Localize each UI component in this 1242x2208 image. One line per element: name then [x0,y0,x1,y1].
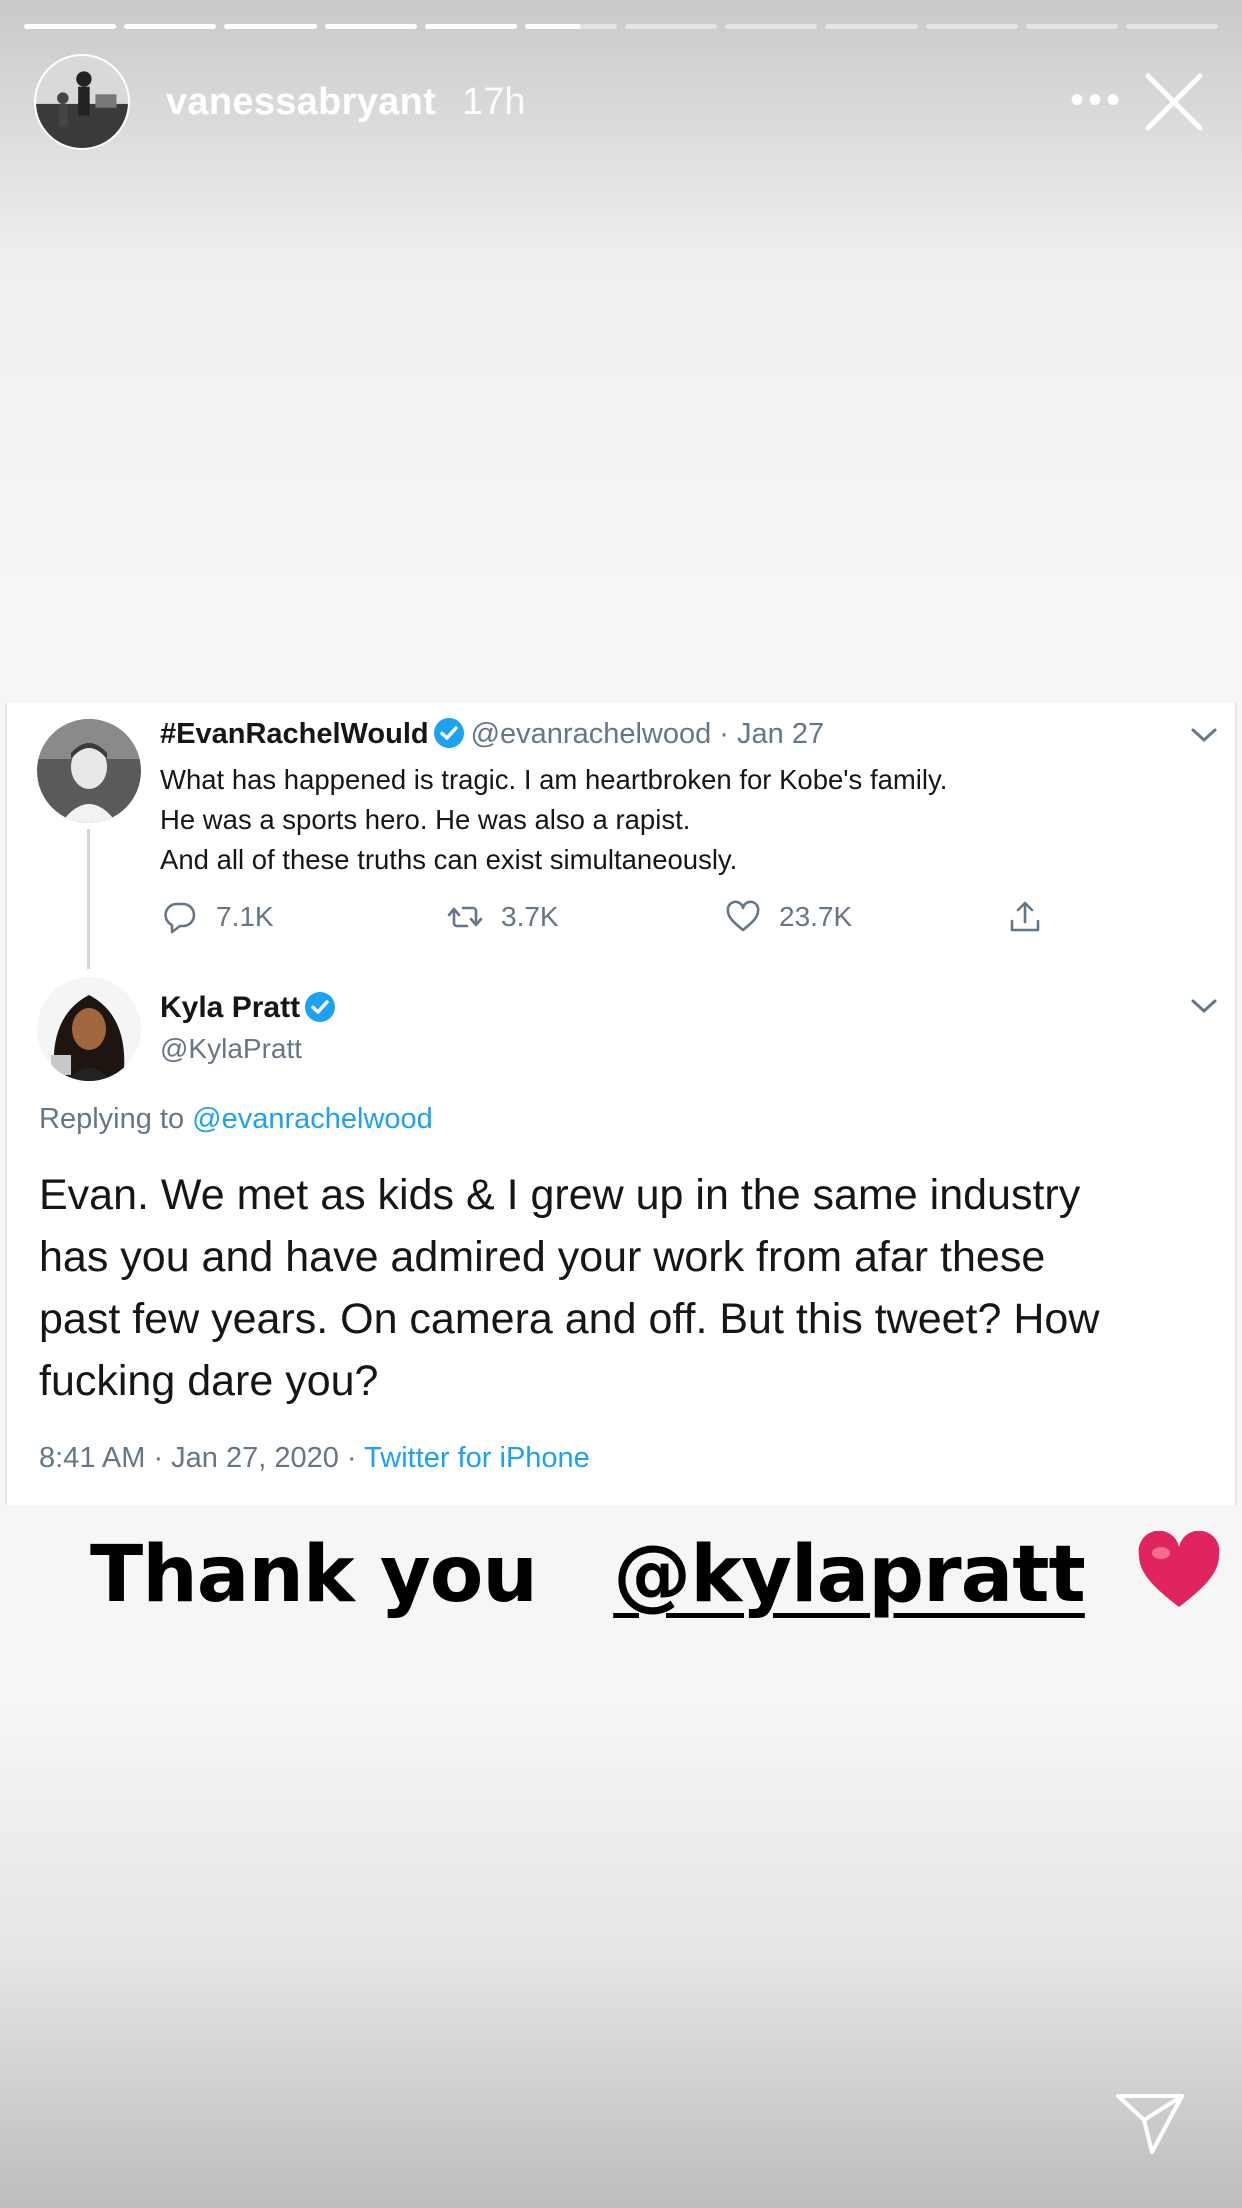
reply-timestamp: 8:41 AM · Jan 27, 2020 · [39,1442,357,1474]
reply-button[interactable]: 7.1K [162,899,274,935]
chevron-down-icon[interactable] [1189,725,1219,745]
tweet-separator: · [719,718,729,750]
progress-segment [24,24,117,29]
progress-segment [224,24,317,29]
progress-segment [625,24,718,29]
avatar[interactable] [34,54,130,150]
reply-author: Kyla Pratt [160,991,342,1025]
retweet-button[interactable]: 3.7K [447,899,559,935]
tweet-text: What has happened is tragic. I am heartb… [160,760,1160,880]
progress-segment-fill [324,24,417,29]
progress-segment [424,24,517,29]
progress-segment [124,24,217,29]
tweet-header: #EvanRachelWould @evanrachelwood · Jan 27 [160,717,824,751]
tweet-avatar-kyla [37,977,141,1081]
verified-badge-icon [305,992,336,1022]
tweet-text-line: What has happened is tragic. I am heartb… [160,764,948,795]
progress-segment-fill [124,24,217,29]
progress-segment [524,24,618,29]
tweet-date: Jan 27 [737,718,825,750]
retweet-count: 3.7K [501,901,559,932]
send-icon[interactable] [1114,2090,1186,2156]
reply-meta: 8:41 AM · Jan 27, 2020 · Twitter for iPh… [39,1442,590,1475]
share-icon [1010,901,1040,932]
more-options-icon[interactable]: ••• [1070,78,1124,123]
progress-segment [925,24,1018,29]
tweet-avatar-evan [37,719,141,823]
tweet-author-name[interactable]: #EvanRachelWould [160,718,429,750]
like-count: 23.7K [779,901,853,932]
tweet-actions: 7.1K 3.7K 23.7K [7,899,1235,945]
tweet-text-line: And all of these truths can exist simult… [160,844,738,875]
tweet-screenshot: #EvanRachelWould @evanrachelwood · Jan 27… [5,703,1237,1505]
progress-segment [725,24,818,29]
replying-to-link[interactable]: @evanrachelwood [192,1103,433,1135]
heart-icon [726,900,760,932]
tweet-author-handle[interactable]: @evanrachelwood [471,718,712,750]
progress-segment [825,24,918,29]
progress-segment-fill [24,24,117,29]
reply-author-name[interactable]: Kyla Pratt [160,991,300,1024]
replying-to-prefix: Replying to [39,1103,185,1135]
reply-text: Evan. We met as kids & I grew up in the … [39,1164,1219,1412]
tweet-text-line: He was a sports hero. He was also a rapi… [160,804,691,835]
story-progress-bar [24,24,1219,29]
reply-text-line: fucking dare you? [39,1357,379,1405]
progress-segment-fill [424,24,517,29]
like-button[interactable]: 23.7K [725,899,852,935]
reply-author-handle[interactable]: @KylaPratt [160,1033,302,1065]
chevron-down-icon[interactable] [1189,996,1219,1016]
username[interactable]: vanessabryant [166,81,436,124]
verified-badge-icon [433,718,464,748]
retweet-icon [447,906,483,928]
red-heart-icon [1138,1531,1220,1607]
caption-text: Thank you [90,1530,538,1620]
story-header: vanessabryant 17h ••• [34,54,1214,150]
progress-segment [1025,24,1118,29]
time-ago: 17h [462,80,526,123]
story-caption: Thank you @kylapratt [90,1530,1220,1640]
progress-segment [324,24,417,29]
reply-text-line: Evan. We met as kids & I grew up in the … [39,1171,1081,1219]
reply-source-link[interactable]: Twitter for iPhone [364,1442,590,1474]
reply-count: 7.1K [216,901,274,932]
reply-text-line: past few years. On camera and off. But t… [39,1295,1100,1343]
close-icon[interactable] [1142,70,1206,134]
progress-segment-fill [524,24,581,29]
reply-icon [164,902,196,934]
replying-to: Replying to @evanrachelwood [39,1103,433,1136]
share-button[interactable] [1007,899,1061,935]
progress-segment [1125,24,1219,29]
caption-mention[interactable]: @kylapratt [613,1530,1086,1620]
progress-segment-fill [224,24,317,29]
reply-text-line: has you and have admired your work from … [39,1233,1046,1281]
